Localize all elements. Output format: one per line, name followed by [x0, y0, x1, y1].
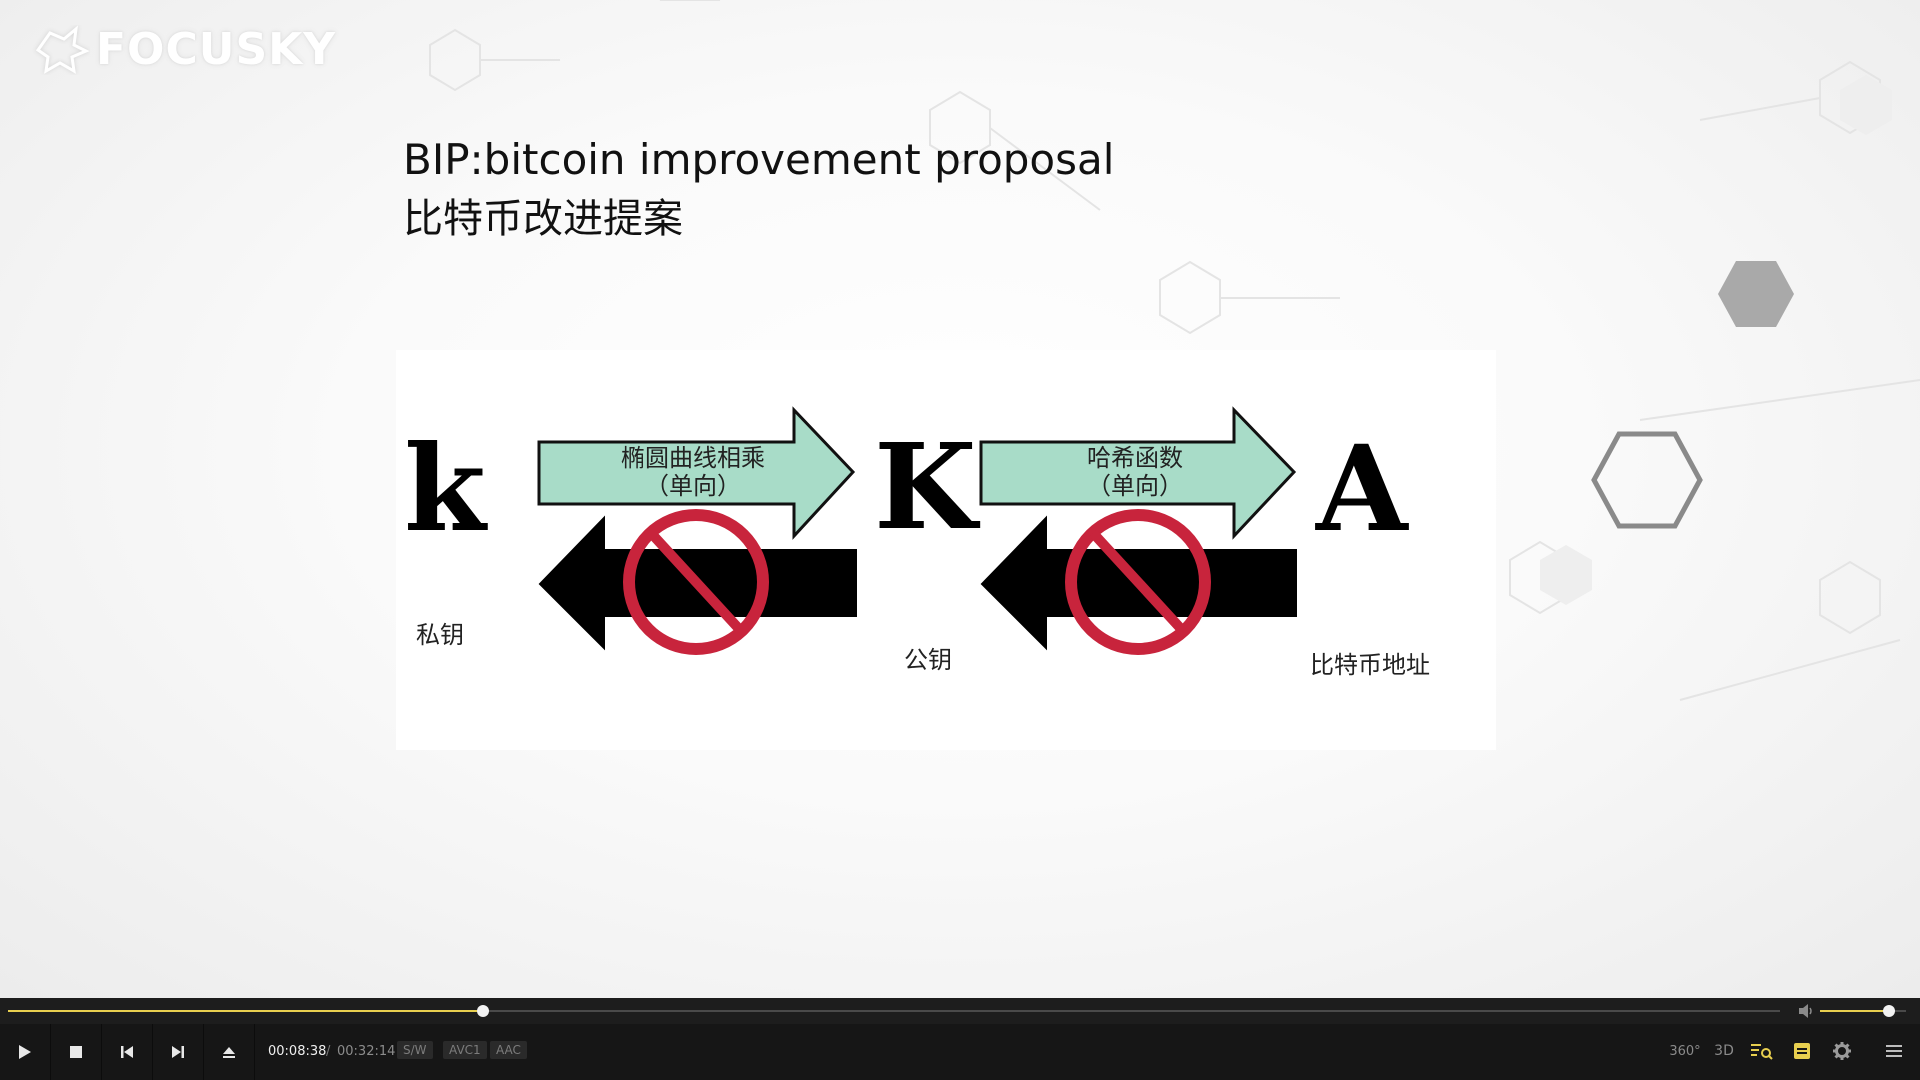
playlist-search-button[interactable] [1748, 1037, 1776, 1065]
skip-previous-icon [121, 1046, 133, 1058]
badge-video-codec[interactable]: AVC1 [443, 1041, 487, 1059]
volume-slider[interactable] [1820, 1005, 1906, 1017]
vr360-icon: 360° [1669, 1043, 1701, 1059]
skip-next-icon [172, 1046, 184, 1058]
arrow2-label-line2: （单向） [1087, 472, 1183, 500]
gear-icon [1833, 1042, 1851, 1060]
arrow1-label-line1: 椭圆曲线相乘 [621, 444, 765, 472]
next-button[interactable] [153, 1024, 204, 1080]
settings-button[interactable] [1828, 1037, 1856, 1065]
eject-icon [223, 1047, 235, 1058]
video-frame[interactable]: FOCUSKY BIP:bitcoin improvement proposal… [0, 0, 1920, 998]
seek-bar-handle[interactable] [476, 1005, 489, 1017]
private-key-symbol: k [404, 419, 486, 558]
volume-slider-level [1820, 1010, 1889, 1012]
public-key-caption: 公钥 [904, 646, 952, 674]
vr360-button[interactable]: 360° [1669, 1037, 1701, 1065]
key-derivation-diagram: k K A 椭圆曲线相乘 （单向） 哈希函数 （单向） 私钥 公钥 比特币地址 [396, 350, 1496, 750]
play-button[interactable] [0, 1024, 51, 1080]
time-separator: / [326, 1044, 331, 1059]
arrow1-label: 椭圆曲线相乘 （单向） [543, 444, 843, 500]
focusky-logo: FOCUSKY [30, 24, 336, 75]
arrow2-label-line1: 哈希函数 [1087, 444, 1183, 472]
public-key-symbol: K [874, 417, 977, 556]
logo-text: FOCUSKY [96, 24, 337, 75]
slide-title: BIP:bitcoin improvement proposal 比特币改进提案 [403, 130, 1114, 248]
subtitle-icon [1794, 1043, 1810, 1059]
current-time: 00:08:38 [268, 1044, 327, 1059]
open-file-button[interactable] [204, 1024, 255, 1080]
address-caption: 比特币地址 [1310, 651, 1430, 679]
playlist-search-icon [1751, 1044, 1773, 1060]
player-control-bar: 00:08:38 / 00:32:14 S/W AVC1 AAC 360° 3D [0, 998, 1920, 1080]
control-buttons-row: 00:08:38 / 00:32:14 S/W AVC1 AAC 360° 3D [0, 1024, 1920, 1080]
stop-icon [70, 1046, 82, 1058]
focusky-logo-icon [35, 24, 90, 74]
hexagon-filled-decoration [1718, 261, 1794, 327]
stop-button[interactable] [51, 1024, 102, 1080]
arrow2-label: 哈希函数 （单向） [985, 444, 1285, 500]
mode-3d-button[interactable]: 3D [1710, 1037, 1738, 1065]
arrow1-label-line2: （单向） [645, 472, 741, 500]
volume-slider-handle[interactable] [1882, 1005, 1895, 1017]
badge-decoder[interactable]: S/W [397, 1041, 433, 1059]
private-key-caption: 私钥 [416, 621, 464, 649]
slide-title-line2: 比特币改进提案 [403, 196, 683, 242]
hexagon-outline-decoration [1591, 431, 1703, 529]
seek-bar[interactable] [8, 1005, 1780, 1017]
subtitle-button[interactable] [1788, 1037, 1816, 1065]
total-duration: 00:32:14 [337, 1044, 396, 1059]
seek-bar-played [8, 1010, 483, 1012]
slide-title-line1: BIP:bitcoin improvement proposal [403, 135, 1115, 184]
hamburger-menu-icon [1886, 1045, 1902, 1057]
menu-button[interactable] [1880, 1037, 1908, 1065]
previous-button[interactable] [102, 1024, 153, 1080]
badge-audio-codec[interactable]: AAC [490, 1041, 527, 1059]
3d-icon: 3D [1714, 1043, 1734, 1059]
address-symbol: A [1316, 419, 1408, 558]
progress-row [0, 998, 1920, 1024]
play-icon [19, 1045, 31, 1059]
volume-icon[interactable] [1797, 1003, 1815, 1019]
